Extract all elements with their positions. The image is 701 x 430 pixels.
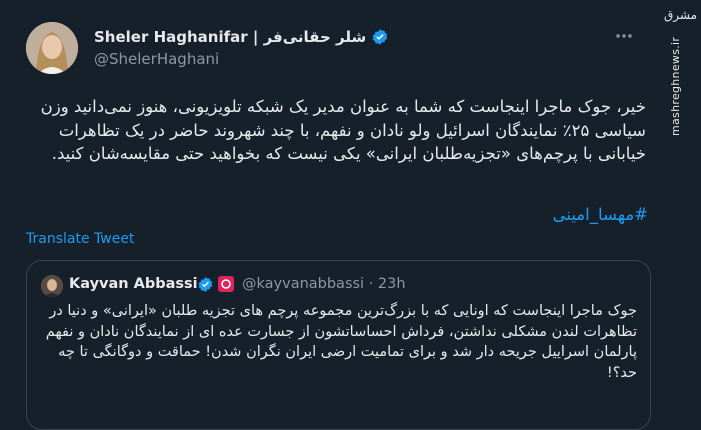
translate-tweet-link[interactable]: Translate Tweet — [26, 231, 134, 247]
watermark: مشرق mashreghnews.ir — [664, 8, 698, 138]
author-display-name[interactable]: Sheler Haghanifar | شلر حقانی‌فر — [94, 28, 389, 46]
watermark-url: mashreghnews.ir — [669, 36, 682, 136]
watermark-logo: مشرق — [664, 8, 698, 22]
tweet-body: خیر، جوک ماجرا اینجاست که شما به عنوان م… — [40, 97, 646, 163]
quoted-author-name[interactable]: Kayvan Abbassi — [69, 276, 198, 292]
affiliate-badge-icon — [218, 276, 234, 292]
quoted-tweet[interactable]: Kayvan Abbassi @kayvanabbassi · 23h جوک … — [26, 260, 651, 430]
author-name-text[interactable]: Sheler Haghanifar | شلر حقانی‌فر — [94, 28, 366, 46]
verified-badge-icon — [198, 277, 213, 292]
tweet-card: Sheler Haghanifar | شلر حقانی‌فر @Sheler… — [0, 0, 701, 430]
verified-badge-icon — [372, 29, 388, 45]
author-avatar[interactable] — [26, 22, 78, 74]
hashtag-link[interactable]: #مهسا_امینی — [420, 205, 648, 224]
author-handle[interactable]: @ShelerHaghani — [94, 50, 219, 68]
quoted-author-avatar[interactable] — [41, 275, 63, 297]
quoted-tweet-text: جوک ماجرا اینجاست که اونایی که با بزرگ‌ت… — [45, 303, 637, 381]
more-icon[interactable] — [614, 26, 634, 46]
quoted-author-handle[interactable]: @kayvanabbassi · 23h — [242, 276, 406, 292]
